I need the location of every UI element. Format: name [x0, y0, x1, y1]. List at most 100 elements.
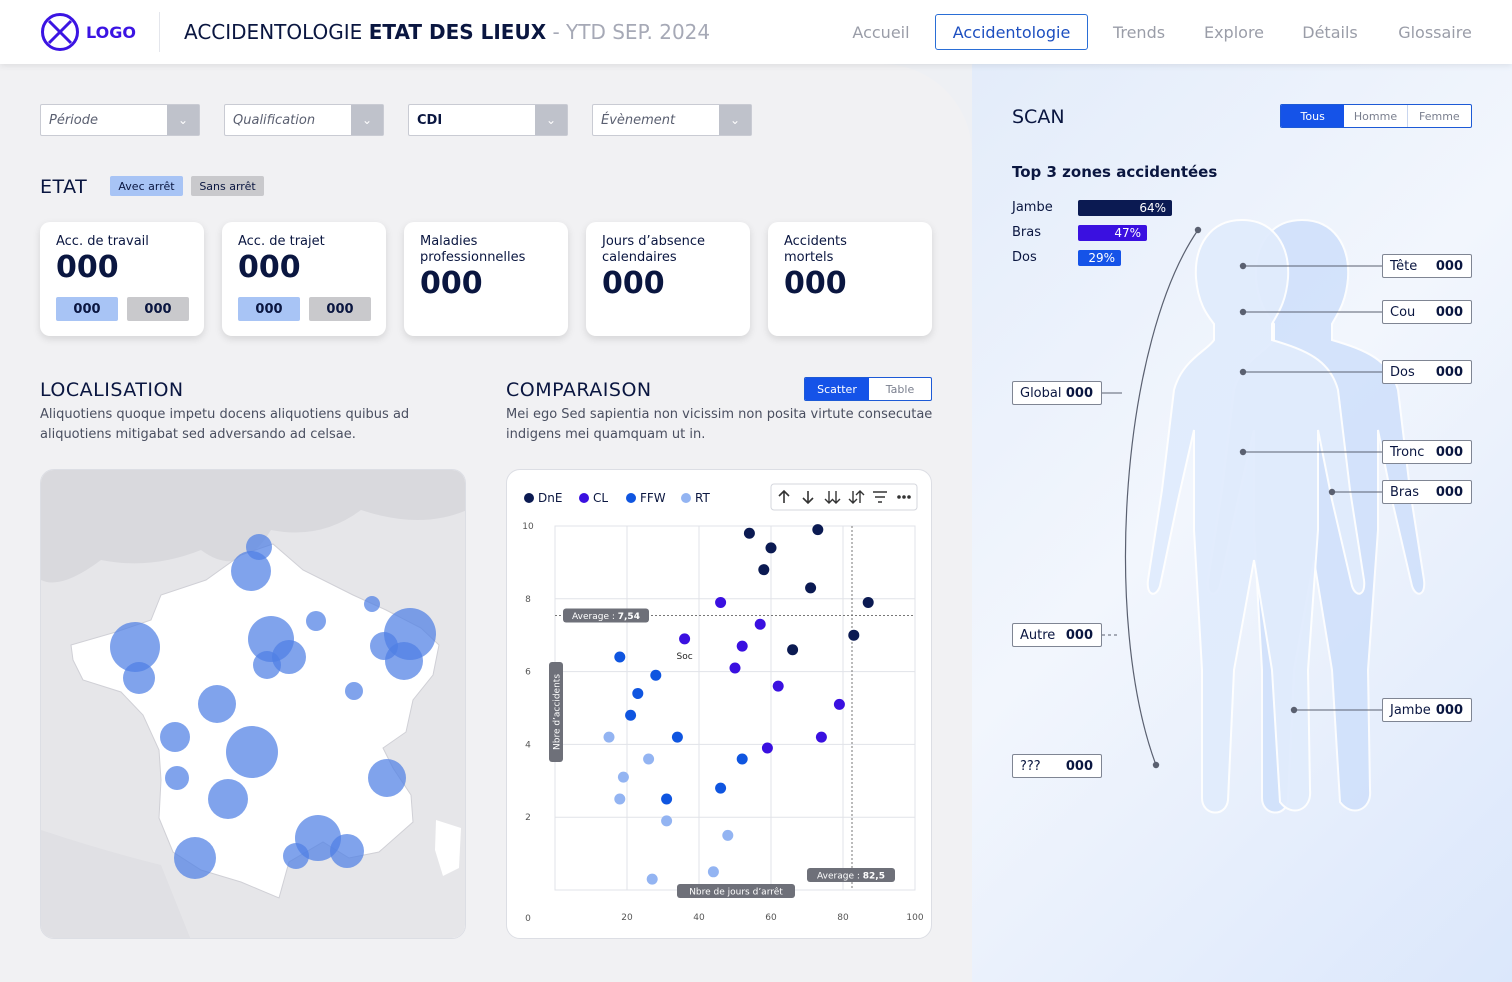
x-tick-label: 100: [906, 913, 923, 923]
zone-dos[interactable]: Dos 000: [1382, 360, 1472, 384]
card-value: 000: [602, 266, 665, 301]
chevron-down-icon: ⌄: [719, 105, 751, 135]
toggle-homme[interactable]: Homme: [1344, 105, 1408, 127]
y-tick-label: 2: [525, 813, 531, 823]
x-tick-label: 60: [765, 913, 777, 923]
logo[interactable]: LOGO: [40, 12, 136, 52]
region-bubble[interactable]: [123, 662, 155, 694]
scatter-point-dne[interactable]: [812, 524, 824, 536]
zone-bras[interactable]: Bras 000: [1382, 480, 1472, 504]
scatter-point-rt[interactable]: [707, 866, 719, 878]
region-bubble[interactable]: [165, 766, 189, 790]
region-bubble[interactable]: [208, 779, 248, 819]
zone-autre[interactable]: Autre 000: [1012, 623, 1102, 647]
evenement-select[interactable]: Évènement ⌄: [592, 104, 752, 136]
france-map-svg: [41, 470, 465, 938]
region-bubble[interactable]: [385, 642, 423, 680]
zone-label: Dos: [1390, 365, 1415, 380]
scatter-point-cl[interactable]: [754, 618, 766, 630]
qualification-select[interactable]: Qualification ⌄: [224, 104, 384, 136]
nav-glossaire[interactable]: Glossaire: [1385, 14, 1485, 50]
region-bubble[interactable]: [364, 596, 380, 612]
scatter-point-dne[interactable]: [758, 564, 770, 576]
chevron-down-icon: ⌄: [351, 105, 383, 135]
periode-select[interactable]: Période ⌄: [40, 104, 200, 136]
zone-value: 000: [1435, 259, 1463, 274]
region-bubble[interactable]: [198, 685, 236, 723]
scatter-point-ffw[interactable]: [614, 651, 626, 663]
zone-value: 000: [1435, 703, 1463, 718]
scatter-point-cl[interactable]: [772, 680, 784, 692]
zone-tronc[interactable]: Tronc 000: [1382, 440, 1472, 464]
scatter-point-dne[interactable]: [787, 644, 799, 656]
zone-cou[interactable]: Cou 000: [1382, 300, 1472, 324]
scatter-point-dne[interactable]: [765, 542, 777, 554]
scatter-point-dne[interactable]: [805, 582, 817, 594]
nav-details[interactable]: Détails: [1290, 14, 1370, 50]
scatter-point-rt[interactable]: [643, 753, 655, 765]
chip-sans-arret[interactable]: Sans arrêt: [191, 176, 264, 196]
scatter-point-dne[interactable]: [848, 629, 860, 641]
scatter-point-rt[interactable]: [646, 873, 658, 885]
scatter-point-cl[interactable]: [729, 662, 741, 674]
scatter-point-ffw[interactable]: [625, 709, 637, 721]
scatter-point-rt[interactable]: [617, 771, 629, 783]
zone-global[interactable]: Global 000: [1012, 381, 1102, 405]
scatter-point-rt[interactable]: [722, 829, 734, 841]
chip-avec-arret[interactable]: Avec arrêt: [110, 176, 183, 196]
chart-legend: DnE CL FFW RT: [524, 491, 710, 505]
scatter-point-cl[interactable]: [833, 698, 845, 710]
scatter-point-rt[interactable]: [614, 793, 626, 805]
region-bubble[interactable]: [330, 834, 364, 868]
card-label: Accidents mortels: [784, 234, 847, 265]
nav-accueil[interactable]: Accueil: [840, 14, 922, 50]
toggle-femme[interactable]: Femme: [1408, 105, 1471, 127]
legend-label: CL: [593, 491, 608, 505]
zone-tete[interactable]: Tête 000: [1382, 254, 1472, 278]
region-bubble[interactable]: [283, 843, 309, 869]
region-bubble[interactable]: [160, 722, 190, 752]
toggle-scatter[interactable]: Scatter: [805, 378, 869, 400]
region-bubble[interactable]: [174, 837, 216, 879]
region-bubble[interactable]: [226, 726, 278, 778]
toggle-tous[interactable]: Tous: [1281, 105, 1345, 127]
scatter-point-cl[interactable]: [761, 742, 773, 754]
nav-trends[interactable]: Trends: [1100, 14, 1178, 50]
scatter-point-cl[interactable]: [736, 640, 748, 652]
region-bubble[interactable]: [231, 551, 271, 591]
x-tick-label: 40: [693, 913, 705, 923]
average-y-label: Average : 7,54: [563, 608, 649, 623]
top-bar: LOGO ACCIDENTOLOGIE ETAT DES LIEUX - YTD…: [0, 0, 1512, 64]
point-annotation: Soc: [677, 652, 693, 662]
localisation-map[interactable]: [40, 469, 466, 939]
scatter-point-ffw[interactable]: [715, 782, 727, 794]
scatter-point-ffw[interactable]: [671, 731, 683, 743]
more-icon[interactable]: [897, 495, 911, 499]
region-bubble[interactable]: [253, 651, 281, 679]
nav-accidentologie[interactable]: Accidentologie: [935, 14, 1088, 50]
contrat-select[interactable]: CDI ⌄: [408, 104, 568, 136]
scatter-point-dne[interactable]: [743, 527, 755, 539]
scatter-point-rt[interactable]: [661, 815, 673, 827]
legend-marker: [681, 493, 691, 503]
average-lines: [555, 526, 915, 890]
scatter-point-cl[interactable]: [815, 731, 827, 743]
scatter-point-ffw[interactable]: [661, 793, 673, 805]
zone-inconnu[interactable]: ??? 000: [1012, 754, 1102, 778]
scatter-point-rt[interactable]: [603, 731, 615, 743]
region-bubble[interactable]: [345, 682, 363, 700]
card-avec-value: 000: [56, 297, 118, 321]
scatter-point-cl[interactable]: [715, 596, 727, 608]
scatter-point-ffw[interactable]: [736, 753, 748, 765]
scatter-point-ffw[interactable]: [632, 687, 644, 699]
scatter-point-ffw[interactable]: [650, 669, 662, 681]
region-bubble[interactable]: [306, 611, 326, 631]
toggle-table[interactable]: Table: [869, 378, 931, 400]
zone-value: 000: [1435, 305, 1463, 320]
zone-jambe[interactable]: Jambe 000: [1382, 698, 1472, 722]
scatter-point-cl[interactable]: [679, 633, 691, 645]
region-bubble[interactable]: [368, 759, 406, 797]
nav-explore[interactable]: Explore: [1194, 14, 1274, 50]
x-tick-label: 80: [837, 913, 849, 923]
scatter-point-dne[interactable]: [862, 596, 874, 608]
